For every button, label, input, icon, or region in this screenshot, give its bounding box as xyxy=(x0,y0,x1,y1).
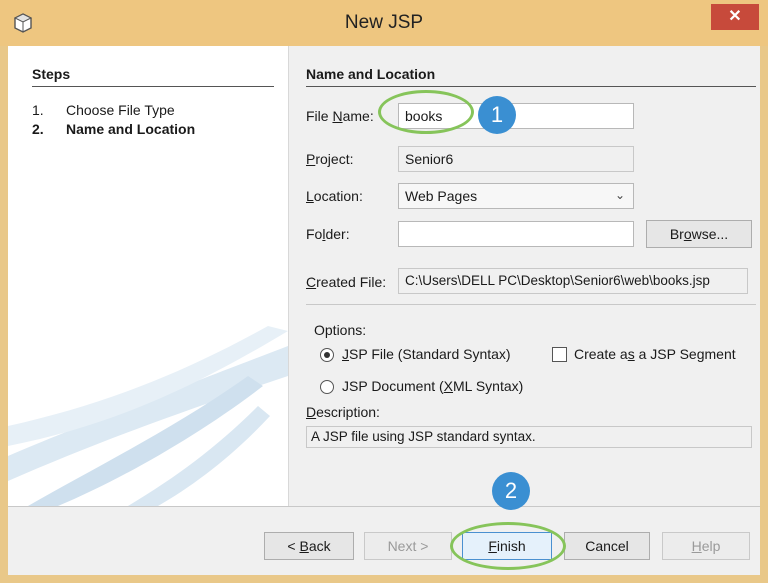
step-label: Name and Location xyxy=(66,121,196,137)
description-label: Description: xyxy=(306,404,380,420)
options-label: Options: xyxy=(314,322,367,338)
name-location-panel: Name and Location File Name: books Proje… xyxy=(290,46,760,506)
button-bar-divider xyxy=(8,506,760,507)
radio-jsp-document[interactable] xyxy=(320,380,334,394)
callout-ring-finish xyxy=(450,522,566,570)
steps-heading: Steps xyxy=(32,66,71,82)
file-name-label: File Name: xyxy=(306,108,374,124)
steps-divider xyxy=(32,86,274,87)
step-name-and-location: 2. Name and Location xyxy=(32,121,195,137)
title-bar[interactable]: New JSP ✕ xyxy=(0,0,768,46)
description-field: A JSP file using JSP standard syntax. xyxy=(306,426,752,448)
decorative-swoosh-graphic xyxy=(8,326,288,506)
callout-badge-1: 1 xyxy=(478,96,516,134)
folder-label: Folder: xyxy=(306,226,350,242)
help-button[interactable]: Help xyxy=(662,532,750,560)
created-file-field: C:\Users\DELL PC\Desktop\Senior6\web\boo… xyxy=(398,268,748,294)
jsp-file-option-label[interactable]: JSP File (Standard Syntax) xyxy=(342,346,511,362)
section-divider xyxy=(306,86,756,87)
project-field: Senior6 xyxy=(398,146,634,172)
location-select[interactable]: Web Pages ⌄ xyxy=(398,183,634,209)
step-label: Choose File Type xyxy=(66,102,175,118)
next-button[interactable]: Next > xyxy=(364,532,452,560)
step-number: 2. xyxy=(32,121,44,137)
jsp-document-option-label[interactable]: JSP Document (XML Syntax) xyxy=(342,378,523,394)
steps-panel: Steps 1. Choose File Type 2. Name and Loca… xyxy=(8,46,289,506)
location-label: Location: xyxy=(306,188,363,204)
back-button[interactable]: < Back xyxy=(264,532,354,560)
chevron-down-icon: ⌄ xyxy=(614,188,625,202)
window-title: New JSP xyxy=(344,12,424,33)
cancel-button[interactable]: Cancel xyxy=(564,532,650,560)
browse-button[interactable]: Browse... xyxy=(646,220,752,248)
dialog-window: New JSP ✕ Steps 1. Choose File Type 2. Nam… xyxy=(0,0,768,583)
section-heading: Name and Location xyxy=(306,66,436,82)
folder-input[interactable] xyxy=(398,221,634,247)
options-divider xyxy=(306,304,756,305)
close-icon: ✕ xyxy=(728,8,742,25)
jsp-segment-checkbox[interactable] xyxy=(552,347,567,362)
callout-badge-2: 2 xyxy=(492,472,530,510)
created-file-label: Created File: xyxy=(306,274,387,290)
step-number: 1. xyxy=(32,102,44,118)
jsp-segment-label[interactable]: Create as a JSP Segment xyxy=(574,346,736,362)
project-label: Project: xyxy=(306,151,354,167)
radio-jsp-file[interactable] xyxy=(320,348,334,362)
location-value: Web Pages xyxy=(405,188,478,204)
close-button[interactable]: ✕ xyxy=(711,4,759,30)
callout-ring-file-name xyxy=(378,90,474,134)
step-choose-file-type: 1. Choose File Type xyxy=(32,102,175,118)
